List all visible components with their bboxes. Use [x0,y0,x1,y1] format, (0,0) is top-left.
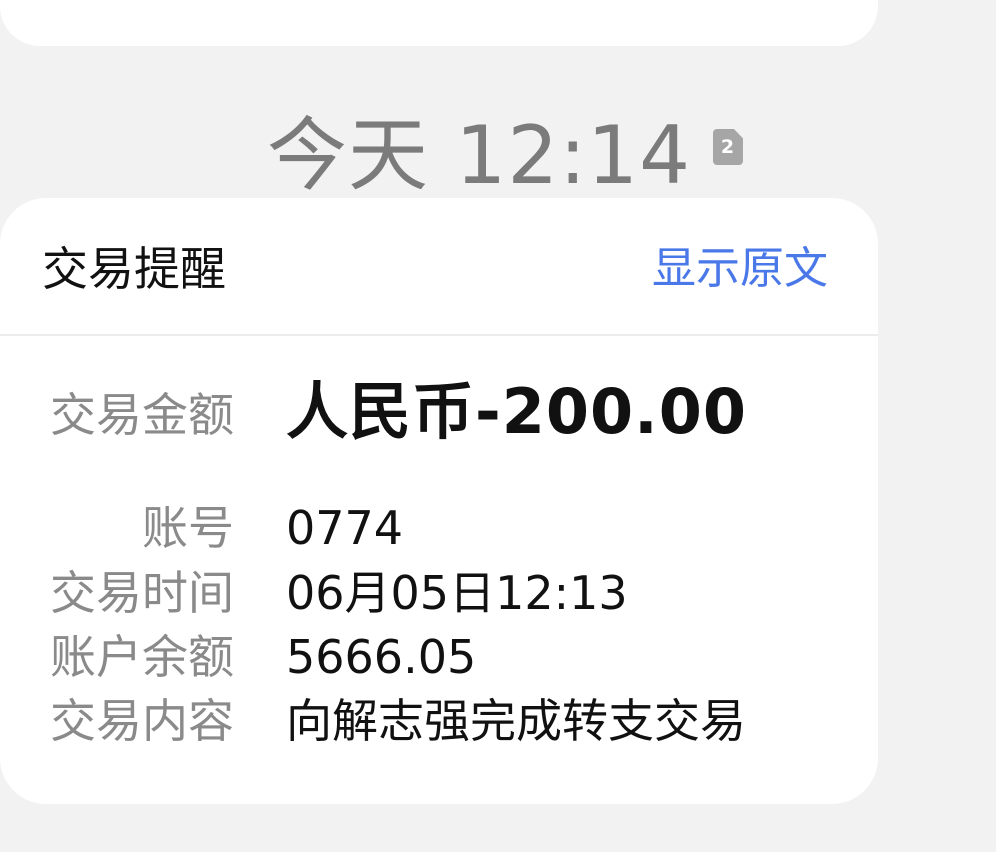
transaction-time-label: 交易时间 [50,566,234,620]
account-label: 账号 [142,501,234,555]
show-original-button[interactable]: 显示原文 [652,238,828,300]
message-timestamp: 今天 12:14 2 [0,104,996,202]
account-value: 0774 [286,501,404,555]
card-title: 交易提醒 [42,242,226,296]
timestamp-text: 今天 12:14 [267,109,691,202]
card-header: 交易提醒 显示原文 [0,198,878,336]
transaction-time-value: 06月05日12:13 [286,566,628,620]
transaction-content-value: 向解志强完成转支交易 [286,694,746,748]
amount-label: 交易金额 [50,388,234,442]
amount-value: 人民币-200.00 [286,375,747,448]
sim-card-icon: 2 [712,129,743,165]
balance-label: 账户余额 [50,630,234,684]
transaction-alert-card: 交易提醒 显示原文 交易金额 人民币-200.00 账号 0774 交易时间 0… [0,198,878,804]
transaction-content-label: 交易内容 [50,694,234,748]
balance-value: 5666.05 [286,630,477,684]
previous-message-card [0,0,878,46]
sim-card-number: 2 [720,136,736,158]
